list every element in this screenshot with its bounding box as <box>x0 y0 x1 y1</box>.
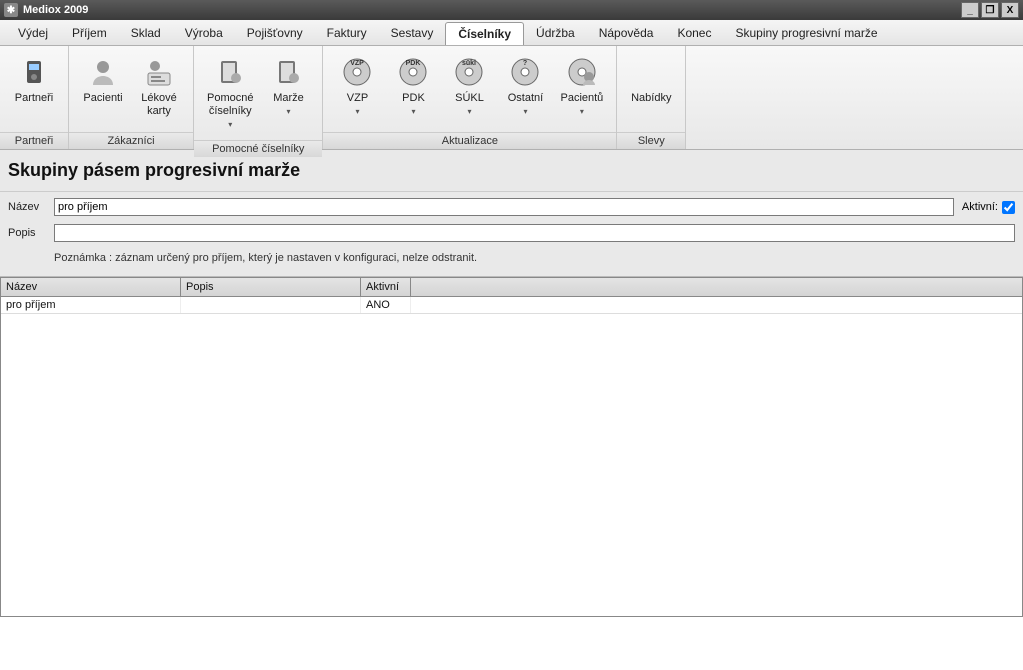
aktivni-checkbox[interactable] <box>1002 201 1015 214</box>
ribbon-group-partneři: Partneři Partneři <box>0 46 69 149</box>
dropdown-icon: ▾ <box>207 118 253 131</box>
menu-item-výroba[interactable]: Výroba <box>173 20 235 45</box>
svg-text:sūkl: sūkl <box>462 60 476 67</box>
ribbon-btn-pacientů[interactable]: Pacientů▾ <box>553 50 610 123</box>
popis-input[interactable] <box>54 224 1015 242</box>
page-title: Skupiny pásem progresivní marže <box>0 150 1023 192</box>
disc-sukl-icon: sūkl <box>452 55 486 89</box>
ribbon-btn-lékové-karty[interactable]: Lékovékarty <box>131 50 187 123</box>
ribbon-btn-pacienti[interactable]: Pacienti <box>75 50 131 110</box>
cell-popis <box>181 297 361 313</box>
ribbon-btn-label: Marže▾ <box>273 92 304 118</box>
ribbon-btn-marže[interactable]: Marže▾ <box>260 50 316 123</box>
ribbon-btn-vzp[interactable]: VZP VZP▾ <box>329 50 385 123</box>
form-note: Poznámka : záznam určený pro příjem, kte… <box>8 250 1015 268</box>
svg-text:?: ? <box>523 60 527 67</box>
ribbon-group-title: Pomocné číselníky <box>194 140 322 157</box>
grid-header: Název Popis Aktivní <box>0 277 1023 297</box>
grid-header-aktivni[interactable]: Aktivní <box>361 278 411 296</box>
menu-item-nápověda[interactable]: Nápověda <box>587 20 666 45</box>
ribbon-btn-ostatní[interactable]: ? Ostatní▾ <box>497 50 553 123</box>
disc-vzp-icon: VZP <box>340 55 374 89</box>
menu-item-skupiny-progresivní-marže[interactable]: Skupiny progresivní marže <box>723 20 889 45</box>
aktivni-label: Aktivní: <box>962 201 998 213</box>
ribbon-btn-label: PDK▾ <box>402 92 425 118</box>
none-icon <box>634 55 668 89</box>
ribbon-btn-label: Partneři <box>15 92 54 105</box>
menu-item-faktury[interactable]: Faktury <box>315 20 379 45</box>
partners-icon <box>17 55 51 89</box>
minimize-button[interactable]: _ <box>961 2 979 18</box>
popis-label: Popis <box>8 227 54 239</box>
patient-icon <box>86 55 120 89</box>
grid-header-popis[interactable]: Popis <box>181 278 361 296</box>
ribbon-btn-nabídky[interactable]: Nabídky <box>623 50 679 110</box>
ribbon-btn-pomocné-číselníky[interactable]: Pomocnéčíselníky▾ <box>200 50 260 136</box>
dropdown-icon: ▾ <box>560 105 603 118</box>
ribbon-btn-label: Pacientů▾ <box>560 92 603 118</box>
maximize-button[interactable]: ❐ <box>981 2 999 18</box>
dropdown-icon: ▾ <box>402 105 425 118</box>
ribbon-group-title: Zákazníci <box>69 132 193 149</box>
menubar: VýdejPříjemSkladVýrobaPojišťovnyFakturyS… <box>0 20 1023 46</box>
table-row[interactable]: pro příjem ANO <box>1 297 1022 314</box>
menu-item-sklad[interactable]: Sklad <box>119 20 173 45</box>
dropdown-icon: ▾ <box>455 105 484 118</box>
menu-item-číselníky[interactable]: Číselníky <box>445 22 524 45</box>
menu-item-výdej[interactable]: Výdej <box>6 20 60 45</box>
dropdown-icon: ▾ <box>508 105 543 118</box>
dropdown-icon: ▾ <box>273 105 304 118</box>
book-icon <box>271 55 305 89</box>
disc-patient-icon <box>565 55 599 89</box>
cell-nazev: pro příjem <box>1 297 181 313</box>
nazev-label: Název <box>8 201 54 213</box>
menu-item-konec[interactable]: Konec <box>665 20 723 45</box>
ribbon-group-title: Slevy <box>617 132 685 149</box>
ribbon-btn-súkl[interactable]: sūkl SÚKL▾ <box>441 50 497 123</box>
menu-item-sestavy[interactable]: Sestavy <box>379 20 446 45</box>
svg-text:VZP: VZP <box>351 60 365 67</box>
svg-text:PDK: PDK <box>406 60 421 67</box>
ribbon-group-zákazníci: Pacienti Lékovékarty Zákazníci <box>69 46 194 149</box>
card-icon <box>142 55 176 89</box>
ribbon-group-title: Aktualizace <box>323 132 616 149</box>
nazev-input[interactable] <box>54 198 954 216</box>
ribbon-btn-label: Nabídky <box>631 92 671 105</box>
menu-item-příjem[interactable]: Příjem <box>60 20 119 45</box>
close-button[interactable]: X <box>1001 2 1019 18</box>
ribbon-btn-partneři[interactable]: Partneři <box>6 50 62 110</box>
book-icon <box>213 55 247 89</box>
cell-aktivni: ANO <box>361 297 411 313</box>
ribbon-btn-label: SÚKL▾ <box>455 92 484 118</box>
app-icon: ✱ <box>4 3 18 17</box>
grid-body: pro příjem ANO <box>0 297 1023 617</box>
form-area: Název Aktivní: Popis Poznámka : záznam u… <box>0 192 1023 277</box>
ribbon-btn-label: Pacienti <box>83 92 122 105</box>
dropdown-icon: ▾ <box>347 105 368 118</box>
ribbon-group-aktualizace: VZP VZP▾ PDK PDK▾ sūkl SÚKL▾? Ostatní▾ Pacientů… <box>323 46 617 149</box>
grid-header-nazev[interactable]: Název <box>1 278 181 296</box>
ribbon-group-title: Partneři <box>0 132 68 149</box>
ribbon-btn-pdk[interactable]: PDK PDK▾ <box>385 50 441 123</box>
disc-pdk-icon: PDK <box>396 55 430 89</box>
ribbon-group-slevy: Nabídky Slevy <box>617 46 686 149</box>
titlebar: ✱ Mediox 2009 _ ❐ X <box>0 0 1023 20</box>
menu-item-pojišťovny[interactable]: Pojišťovny <box>235 20 315 45</box>
app-title: Mediox 2009 <box>23 4 88 16</box>
menu-item-údržba[interactable]: Údržba <box>524 20 587 45</box>
ribbon-btn-label: Ostatní▾ <box>508 92 543 118</box>
ribbon-btn-label: Lékovékarty <box>141 92 176 118</box>
ribbon-group-pomocné-číselníky: Pomocnéčíselníky▾Marže▾Pomocné číselníky <box>194 46 323 149</box>
disc-other-icon: ? <box>508 55 542 89</box>
ribbon-btn-label: VZP▾ <box>347 92 368 118</box>
ribbon-btn-label: Pomocnéčíselníky▾ <box>207 92 253 131</box>
ribbon: Partneři Partneři Pacienti Lékovékarty Zákaz… <box>0 46 1023 150</box>
data-grid: Název Popis Aktivní pro příjem ANO <box>0 277 1023 617</box>
